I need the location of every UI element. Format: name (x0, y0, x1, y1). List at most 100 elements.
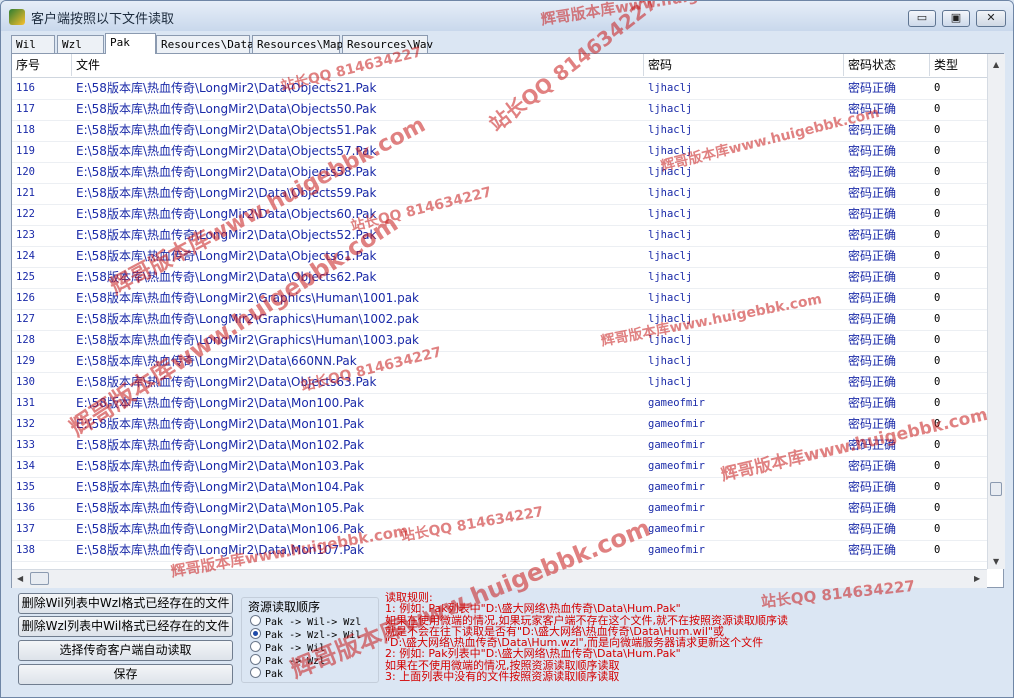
cell-password-status: 密码正确 (848, 480, 897, 494)
table-row[interactable]: 128 E:\58版本库\热血传奇\LongMir2\Graphics\Human… (12, 330, 987, 352)
tab-wzl[interactable]: Wzl (57, 35, 104, 53)
cell-file: E:\58版本库\热血传奇\LongMir2\Data\Objects61.Pa… (76, 249, 377, 263)
cell-file: E:\58版本库\热血传奇\LongMir2\Data\Objects63.Pa… (76, 375, 377, 389)
cell-file: E:\58版本库\热血传奇\LongMir2\Graphics\Human\10… (76, 291, 419, 305)
table-row[interactable]: 129 E:\58版本库\热血传奇\LongMir2\Data\660NN.Pak… (12, 351, 987, 373)
cell-file: E:\58版本库\热血传奇\LongMir2\Data\Mon106.Pak (76, 522, 365, 536)
cell-type: 0 (934, 502, 941, 514)
app-icon (9, 9, 25, 25)
radio-icon (250, 615, 261, 626)
restore-button[interactable]: ▣ (942, 10, 970, 27)
scroll-down-icon[interactable]: ▼ (993, 557, 999, 566)
cell-password-status: 密码正确 (848, 396, 897, 410)
order-option-2[interactable]: Pak -> Wzl-> Wil (250, 628, 362, 641)
vertical-scrollbar[interactable]: ▲ ▼ (987, 54, 1005, 569)
tab-wil[interactable]: Wil (11, 35, 55, 53)
order-option-4[interactable]: Pak -> Wzl (250, 654, 325, 667)
cell-type: 0 (934, 355, 941, 367)
table-row[interactable]: 133 E:\58版本库\热血传奇\LongMir2\Data\Mon102.Pa… (12, 435, 987, 457)
cell-file: E:\58版本库\热血传奇\LongMir2\Data\Mon105.Pak (76, 501, 365, 515)
delete-wzl-duplicates-button[interactable]: 删除Wzl列表中Wil格式已经存在的文件 (18, 616, 233, 637)
scroll-right-icon[interactable]: ▶ (974, 574, 980, 583)
table-row[interactable]: 138 E:\58版本库\热血传奇\LongMir2\Data\Mon107.Pa… (12, 540, 987, 562)
cell-index: 137 (16, 523, 35, 535)
table-row[interactable]: 123 E:\58版本库\热血传奇\LongMir2\Data\Objects52… (12, 225, 987, 247)
auto-read-client-button[interactable]: 选择传奇客户端自动读取 (18, 640, 233, 661)
scroll-left-icon[interactable]: ◀ (17, 574, 23, 583)
scroll-up-icon[interactable]: ▲ (993, 60, 999, 69)
cell-index: 129 (16, 355, 35, 367)
column-header-file[interactable]: 文件 (72, 54, 644, 76)
window-title: 客户端按照以下文件读取 (31, 12, 175, 27)
table-row[interactable]: 116 E:\58版本库\热血传奇\LongMir2\Data\Objects21… (12, 78, 987, 100)
cell-type: 0 (934, 187, 941, 199)
cell-type: 0 (934, 229, 941, 241)
table-row[interactable]: 127 E:\58版本库\热血传奇\LongMir2\Graphics\Human… (12, 309, 987, 331)
delete-wil-duplicates-button[interactable]: 删除Wil列表中Wzl格式已经存在的文件 (18, 593, 233, 614)
cell-index: 121 (16, 187, 35, 199)
table-row[interactable]: 126 E:\58版本库\热血传奇\LongMir2\Graphics\Human… (12, 288, 987, 310)
cell-file: E:\58版本库\热血传奇\LongMir2\Data\Objects21.Pa… (76, 81, 377, 95)
table-row[interactable]: 124 E:\58版本库\热血传奇\LongMir2\Data\Objects61… (12, 246, 987, 268)
cell-file: E:\58版本库\热血传奇\LongMir2\Graphics\Human\10… (76, 333, 419, 347)
table-row[interactable]: 130 E:\58版本库\热血传奇\LongMir2\Data\Objects63… (12, 372, 987, 394)
cell-type: 0 (934, 271, 941, 283)
tab-resources-map[interactable]: Resources\Map (252, 35, 343, 53)
cell-index: 135 (16, 481, 35, 493)
cell-password: gameofmir (648, 523, 705, 535)
table-row[interactable]: 135 E:\58版本库\热血传奇\LongMir2\Data\Mon104.Pa… (12, 477, 987, 499)
close-button[interactable]: ✕ (976, 10, 1006, 27)
order-option-3[interactable]: Pak -> Wil (250, 641, 325, 654)
cell-type: 0 (934, 334, 941, 346)
cell-type: 0 (934, 523, 941, 535)
rules-line: 3: 上面列表中没有的文件按照资源读取顺序读取 (385, 670, 620, 684)
cell-type: 0 (934, 103, 941, 115)
file-list-view[interactable]: 序号 文件 密码 密码状态 类型 116 E:\58版本库\热血传奇\LongMi… (11, 53, 1005, 588)
cell-index: 125 (16, 271, 35, 283)
cell-type: 0 (934, 145, 941, 157)
vertical-scroll-thumb[interactable] (990, 482, 1002, 496)
cell-index: 118 (16, 124, 35, 136)
cell-password-status: 密码正确 (848, 438, 897, 452)
list-header: 序号 文件 密码 密码状态 类型 (12, 54, 987, 78)
order-option-label: Pak -> Wil-> Wzl (265, 617, 362, 628)
table-row[interactable]: 131 E:\58版本库\热血传奇\LongMir2\Data\Mon100.Pa… (12, 393, 987, 415)
cell-password-status: 密码正确 (848, 102, 897, 116)
cell-password-status: 密码正确 (848, 270, 897, 284)
column-header-password-status[interactable]: 密码状态 (844, 54, 930, 76)
order-option-label: Pak -> Wzl-> Wil (265, 630, 362, 641)
table-row[interactable]: 117 E:\58版本库\热血传奇\LongMir2\Data\Objects50… (12, 99, 987, 121)
horizontal-scroll-thumb[interactable] (30, 572, 49, 585)
cell-password: gameofmir (648, 502, 705, 514)
table-row[interactable]: 118 E:\58版本库\热血传奇\LongMir2\Data\Objects51… (12, 120, 987, 142)
table-row[interactable]: 136 E:\58版本库\热血传奇\LongMir2\Data\Mon105.Pa… (12, 498, 987, 520)
table-row[interactable]: 132 E:\58版本库\热血传奇\LongMir2\Data\Mon101.Pa… (12, 414, 987, 436)
cell-password-status: 密码正确 (848, 522, 897, 536)
table-row[interactable]: 125 E:\58版本库\热血传奇\LongMir2\Data\Objects62… (12, 267, 987, 289)
horizontal-scrollbar[interactable]: ◀ ▶ (12, 569, 987, 588)
order-option-1[interactable]: Pak -> Wil-> Wzl (250, 615, 362, 628)
tab-resources-data[interactable]: Resources\Data (156, 35, 254, 53)
table-row[interactable]: 121 E:\58版本库\热血传奇\LongMir2\Data\Objects59… (12, 183, 987, 205)
minimize-button[interactable]: ▭ (908, 10, 936, 27)
column-header-type[interactable]: 类型 (930, 54, 987, 76)
radio-icon (250, 641, 261, 652)
table-row[interactable]: 119 E:\58版本库\热血传奇\LongMir2\Data\Objects57… (12, 141, 987, 163)
tab-pak[interactable]: Pak (105, 33, 156, 54)
cell-file: E:\58版本库\热血传奇\LongMir2\Graphics\Human\10… (76, 312, 419, 326)
order-option-5[interactable]: Pak (250, 667, 283, 680)
tab-resources-wav[interactable]: Resources\Wav (342, 35, 433, 53)
table-row[interactable]: 122 E:\58版本库\热血传奇\LongMir2\Data\Objects60… (12, 204, 987, 226)
cell-password: ljhaclj (648, 103, 693, 115)
table-row[interactable]: 120 E:\58版本库\热血传奇\LongMir2\Data\Objects58… (12, 162, 987, 184)
column-header-password[interactable]: 密码 (644, 54, 844, 76)
table-row[interactable]: 137 E:\58版本库\热血传奇\LongMir2\Data\Mon106.Pa… (12, 519, 987, 541)
cell-file: E:\58版本库\热血传奇\LongMir2\Data\Objects52.Pa… (76, 228, 377, 242)
cell-index: 122 (16, 208, 35, 220)
cell-type: 0 (934, 460, 941, 472)
cell-index: 128 (16, 334, 35, 346)
cell-password: ljhaclj (648, 355, 693, 367)
save-button[interactable]: 保存 (18, 664, 233, 685)
table-row[interactable]: 134 E:\58版本库\热血传奇\LongMir2\Data\Mon103.Pa… (12, 456, 987, 478)
column-header-index[interactable]: 序号 (12, 54, 72, 76)
